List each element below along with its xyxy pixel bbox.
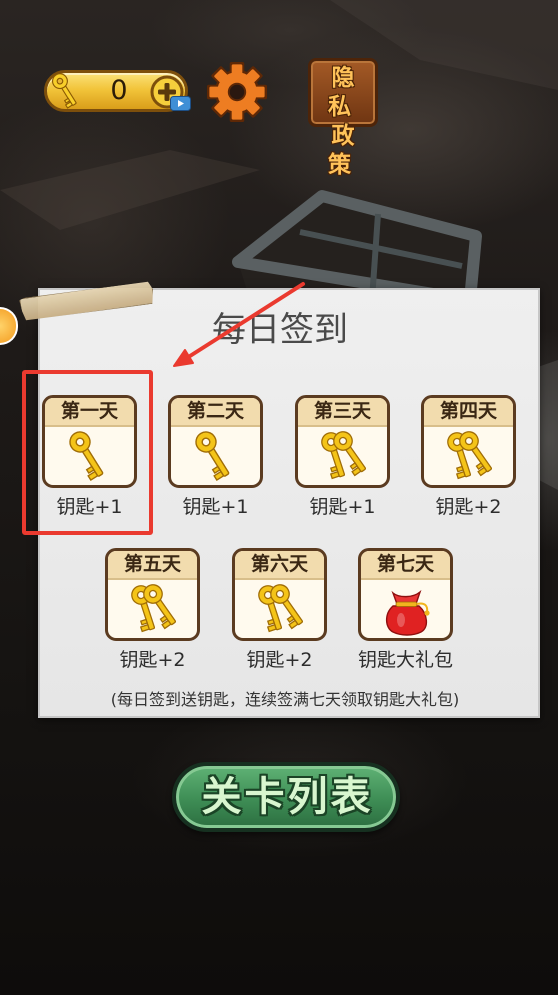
reward-text: 钥匙+2 xyxy=(119,649,186,671)
dialog-title: 每日签到 xyxy=(212,310,348,350)
reward-icon-slot xyxy=(171,427,260,485)
reward-icon-slot xyxy=(108,580,197,638)
double-key-icon xyxy=(257,584,303,633)
reward-text: 钥匙+2 xyxy=(246,649,313,671)
privacy-label-line1: 隐私 xyxy=(328,65,362,120)
reward-icon-slot xyxy=(235,580,324,638)
day-card-6[interactable]: 第六天 钥匙+2 xyxy=(232,548,327,671)
day-card-7[interactable]: 第七天 钥匙大礼包 xyxy=(358,548,453,671)
video-ad-icon[interactable] xyxy=(170,96,191,111)
double-key-icon xyxy=(130,584,176,633)
reward-text: 钥匙大礼包 xyxy=(357,649,453,671)
day-card-3[interactable]: 第三天 钥匙+1 xyxy=(295,395,390,518)
day-label: 第三天 xyxy=(298,398,387,427)
day-label: 第六天 xyxy=(235,551,324,580)
tutorial-highlight-box xyxy=(22,370,153,535)
day-label: 第二天 xyxy=(171,398,260,427)
day-label: 第七天 xyxy=(361,551,450,580)
day-card-frame: 第五天 xyxy=(105,548,200,641)
privacy-policy-button[interactable]: 隐私 政策 xyxy=(308,58,378,178)
day-card-frame: 第三天 xyxy=(295,395,390,488)
level-list-button[interactable]: 关卡列表 xyxy=(172,762,400,832)
day-card-2[interactable]: 第二天 钥匙+1 xyxy=(168,395,263,518)
day-card-5[interactable]: 第五天 钥匙+2 xyxy=(105,548,200,671)
gift-bag-icon xyxy=(385,589,430,636)
reward-icon-slot xyxy=(361,580,450,638)
reward-icon-slot xyxy=(424,427,513,485)
level-list-label: 关卡列表 xyxy=(201,774,374,820)
gear-icon[interactable] xyxy=(206,61,268,123)
reward-text: 钥匙+1 xyxy=(309,496,376,518)
reward-text: 钥匙+1 xyxy=(182,496,249,518)
signin-note: (每日签到送钥匙，连续签满七天领取钥匙大礼包) xyxy=(110,690,460,709)
day-card-frame: 第二天 xyxy=(168,395,263,488)
day-card-frame: 第四天 xyxy=(421,395,516,488)
key-icon xyxy=(194,431,229,482)
double-key-icon xyxy=(320,431,366,480)
privacy-label-line2: 政策 xyxy=(328,123,362,178)
reward-icon-slot xyxy=(298,427,387,485)
double-key-icon xyxy=(446,431,492,480)
key-icon xyxy=(52,73,77,109)
day-label: 第五天 xyxy=(108,551,197,580)
day-card-frame: 第七天 xyxy=(358,548,453,641)
day-label: 第四天 xyxy=(424,398,513,427)
key-count: 0 xyxy=(110,75,128,106)
day-card-frame: 第六天 xyxy=(232,548,327,641)
day-card-4[interactable]: 第四天 钥匙+2 xyxy=(421,395,516,518)
reward-text: 钥匙+2 xyxy=(435,496,502,518)
